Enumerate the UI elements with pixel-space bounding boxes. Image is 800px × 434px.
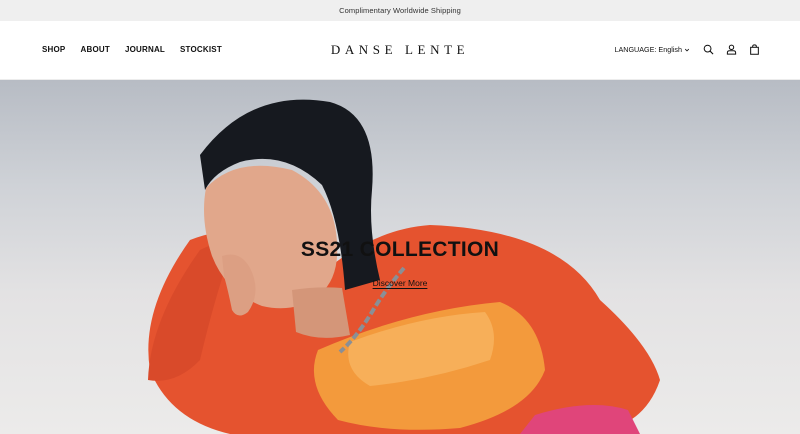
header-tools: LANGUAGE: English xyxy=(614,44,760,55)
hero-banner: SS21 COLLECTION Discover More xyxy=(0,80,800,434)
chevron-down-icon xyxy=(684,48,690,51)
nav-journal[interactable]: JOURNAL xyxy=(125,45,165,54)
nav-stockist[interactable]: STOCKIST xyxy=(180,45,222,54)
account-icon[interactable] xyxy=(726,44,737,55)
language-label: LANGUAGE: English xyxy=(614,45,682,54)
announcement-bar: Complimentary Worldwide Shipping xyxy=(0,0,800,21)
hero-title: SS21 COLLECTION xyxy=(300,238,500,261)
announcement-text: Complimentary Worldwide Shipping xyxy=(339,6,461,15)
nav-shop[interactable]: SHOP xyxy=(42,45,65,54)
discover-more-link[interactable]: Discover More xyxy=(373,278,428,288)
nav-about[interactable]: ABOUT xyxy=(80,45,109,54)
site-header: SHOP ABOUT JOURNAL STOCKIST DANSE LENTE … xyxy=(0,21,800,80)
hero-link-wrap: Discover More xyxy=(0,273,800,291)
bag-icon[interactable] xyxy=(749,44,760,55)
language-selector[interactable]: LANGUAGE: English xyxy=(614,45,690,54)
search-icon[interactable] xyxy=(703,44,714,55)
brand-logo[interactable]: DANSE LENTE xyxy=(331,42,469,57)
neck-shape xyxy=(292,287,350,338)
main-nav: SHOP ABOUT JOURNAL STOCKIST xyxy=(42,45,222,54)
